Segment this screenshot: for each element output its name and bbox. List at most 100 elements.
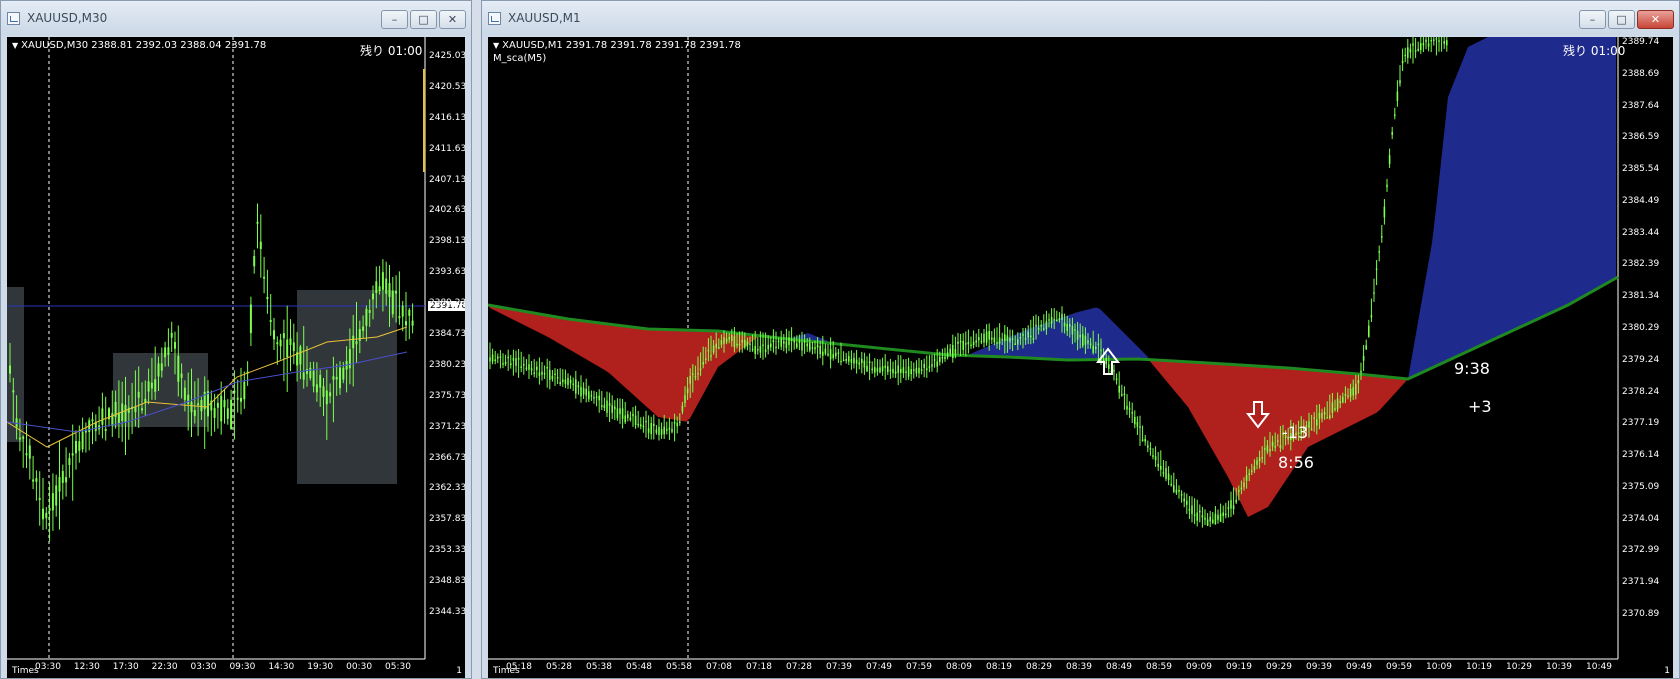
- candle-body: [868, 361, 871, 364]
- window-titlebar[interactable]: XAUUSD,M30 – □ ✕: [1, 1, 471, 35]
- candle-body: [1360, 370, 1362, 373]
- candle-body: [809, 342, 811, 351]
- y-axis-tick: 2374.04: [1622, 513, 1660, 524]
- candle-body: [1118, 385, 1120, 393]
- candle-body: [936, 361, 938, 367]
- candle-body: [593, 397, 595, 399]
- candle-body: [1230, 500, 1232, 509]
- candle-body: [575, 379, 577, 394]
- candle-body: [266, 296, 269, 300]
- minimize-button[interactable]: –: [381, 10, 408, 29]
- minimize-button[interactable]: –: [1579, 10, 1606, 29]
- candle-body: [949, 348, 951, 354]
- candle-body: [679, 421, 681, 424]
- candle-body: [770, 343, 772, 348]
- x-axis-tick: 07:59: [906, 662, 932, 672]
- candle-body: [692, 373, 694, 375]
- price-chart[interactable]: ▼ XAUUSD,M30 2388.81 2392.03 2388.04 2391…: [7, 37, 465, 678]
- candle-body: [993, 337, 996, 343]
- candle-body: [728, 336, 730, 340]
- candle-body: [712, 345, 715, 353]
- candle-body: [582, 387, 585, 395]
- y-axis-tick: 2362.33: [429, 483, 465, 494]
- candle-body: [1409, 48, 1412, 53]
- candle-body: [292, 342, 295, 352]
- candle-body: [1079, 334, 1081, 338]
- candle-body: [902, 367, 905, 374]
- x-axis-tick: 07:39: [826, 662, 852, 672]
- candle-body: [1095, 346, 1097, 350]
- x-axis-tick: 05:30: [385, 662, 411, 672]
- x-axis-tick: 10:29: [1506, 662, 1532, 672]
- candle-body: [767, 344, 769, 350]
- candle-body: [1217, 514, 1219, 520]
- x-axis-tick: 09:29: [1266, 662, 1292, 672]
- close-button[interactable]: ✕: [1637, 10, 1674, 29]
- candle-body: [45, 512, 48, 519]
- candle-body: [546, 367, 548, 369]
- candle-body: [1251, 470, 1253, 473]
- candle-body: [352, 335, 355, 349]
- candle-body: [1422, 42, 1425, 46]
- candle-body: [174, 342, 176, 349]
- candle-body: [671, 429, 673, 432]
- candle-body: [634, 415, 637, 425]
- candle-body: [339, 367, 341, 389]
- candle-body: [1209, 516, 1211, 522]
- candle-body: [907, 366, 910, 377]
- candle-body: [538, 372, 541, 376]
- session-box: [113, 353, 208, 427]
- candle-body: [543, 372, 546, 375]
- candle-body: [391, 290, 394, 315]
- candle-body: [58, 477, 61, 492]
- candle-body: [1100, 349, 1102, 352]
- candle-body: [1279, 445, 1282, 448]
- candle-body: [35, 478, 38, 482]
- candle-body: [562, 379, 564, 382]
- chart-window-m1[interactable]: XAUUSD,M1 – □ ✕ ▼ XAUUSD,M1 2391.78 2391.…: [481, 0, 1680, 679]
- candle-body: [970, 344, 972, 347]
- maximize-button[interactable]: □: [410, 10, 437, 29]
- price-chart[interactable]: ▼ XAUUSD,M1 2391.78 2391.78 2391.78 2391.…: [488, 37, 1673, 678]
- candle-body: [915, 367, 918, 374]
- chart-window-m30[interactable]: XAUUSD,M30 – □ ✕ ▼ XAUUSD,M30 2388.81 239…: [0, 0, 472, 679]
- maximize-button[interactable]: □: [1608, 10, 1635, 29]
- candle-body: [533, 372, 535, 375]
- x-axis-tick: 05:38: [586, 662, 612, 672]
- candle-body: [243, 381, 246, 400]
- y-axis-tick: 2377.19: [1622, 418, 1660, 429]
- candle-body: [1053, 319, 1055, 321]
- candle-body: [1383, 206, 1386, 218]
- candle-body: [913, 369, 915, 371]
- dropdown-triangle-icon: ▼: [493, 41, 500, 50]
- candle-body: [559, 381, 561, 385]
- candle-body: [764, 349, 767, 353]
- symbol-ohlc-label: ▼ XAUUSD,M1 2391.78 2391.78 2391.78 2391.…: [493, 40, 741, 51]
- candle-body: [405, 321, 407, 326]
- candle-body: [595, 396, 598, 398]
- window-titlebar[interactable]: XAUUSD,M1 – □ ✕: [482, 1, 1679, 35]
- candle-body: [954, 349, 957, 355]
- candle-body: [1175, 489, 1178, 493]
- candle-body: [715, 343, 717, 348]
- right-marker: 1: [456, 666, 462, 676]
- candle-body: [829, 349, 832, 360]
- candle-body: [216, 402, 219, 408]
- candle-body: [822, 351, 824, 356]
- candle-body: [1316, 419, 1318, 426]
- candle-body: [996, 342, 998, 344]
- candle-body: [718, 347, 720, 349]
- candle-body: [12, 390, 15, 393]
- candle-body: [957, 341, 959, 344]
- candle-body: [647, 428, 650, 433]
- candle-body: [621, 408, 624, 420]
- candle-body: [1092, 345, 1094, 353]
- candle-body: [523, 363, 525, 366]
- close-button[interactable]: ✕: [439, 10, 466, 29]
- candle-body: [751, 348, 754, 351]
- x-axis-tick: 08:09: [946, 662, 972, 672]
- candle-body: [28, 445, 31, 459]
- bullish-cloud: [1408, 37, 1616, 379]
- candle-body: [879, 367, 881, 373]
- candle-body: [1266, 445, 1269, 452]
